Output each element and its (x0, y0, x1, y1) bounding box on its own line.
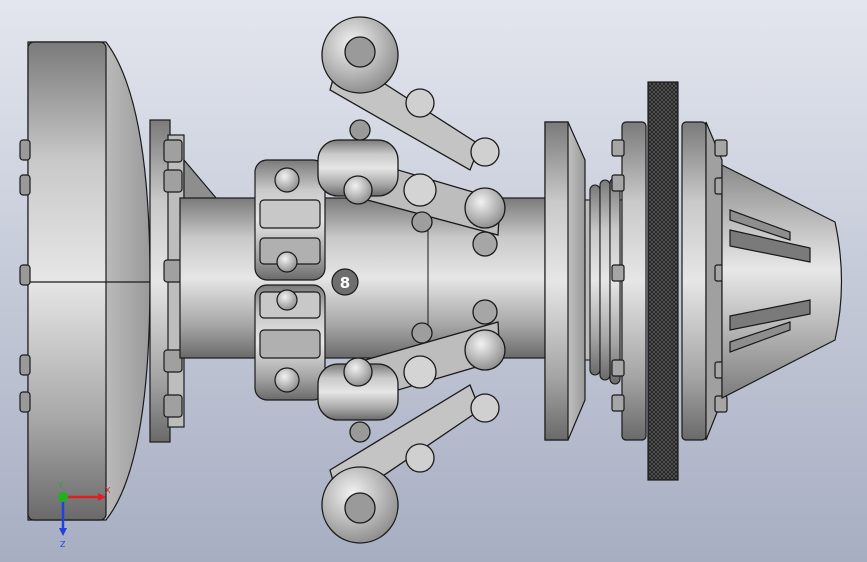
friction-mesh-disk[interactable] (647, 81, 679, 481)
badge-label: 8 (340, 274, 350, 292)
3d-viewport[interactable]: 8 X Y Z (0, 0, 867, 562)
y-axis-dot (58, 492, 68, 502)
right-flange-plate[interactable] (544, 121, 586, 441)
center-badge: 8 (331, 268, 359, 296)
z-axis-label: Z (60, 540, 66, 549)
model-canvas[interactable]: 8 X Y Z (0, 0, 867, 562)
clutch-disk-right[interactable] (681, 121, 728, 441)
x-axis-label: X (105, 486, 111, 495)
left-flange-disk[interactable] (19, 41, 151, 521)
clamp-ring-upper[interactable] (254, 159, 326, 281)
clamp-ring-lower[interactable] (254, 284, 326, 401)
y-axis-label: Y (57, 481, 63, 490)
